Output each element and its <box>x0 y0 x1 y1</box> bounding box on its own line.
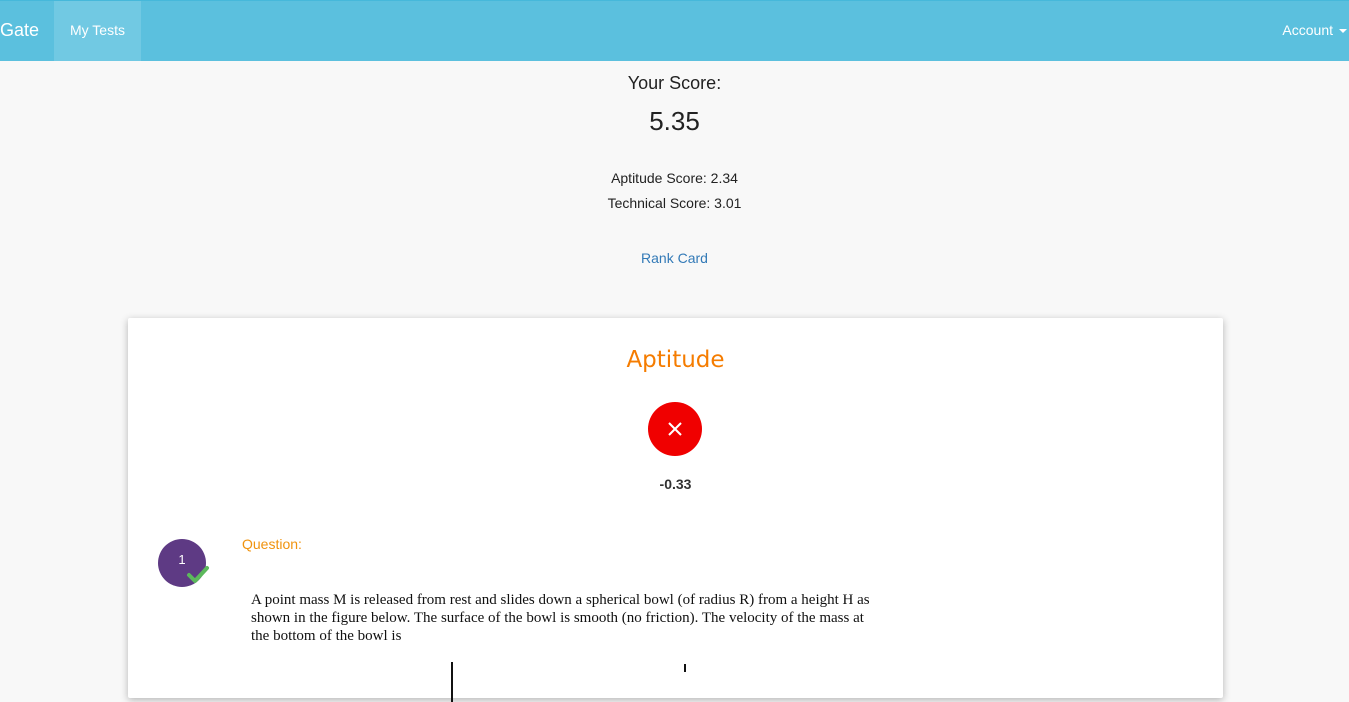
aptitude-section-card: Aptitude -0.33 1 Question: A point mass … <box>128 318 1223 702</box>
technical-score: Technical Score: 3.01 <box>607 195 742 211</box>
close-icon <box>668 422 682 436</box>
caret-down-icon <box>1339 29 1347 34</box>
rank-card-link[interactable]: Rank Card <box>0 250 1349 266</box>
account-dropdown[interactable]: Account <box>1282 1 1349 61</box>
figure-line <box>451 662 453 702</box>
question-label: Question: <box>242 536 302 552</box>
check-icon <box>187 566 209 583</box>
score-heading: Your Score: <box>627 73 722 93</box>
figure-tick <box>684 664 686 672</box>
aptitude-score: Aptitude Score: 2.34 <box>611 170 738 186</box>
section-title: Aptitude <box>626 347 725 373</box>
nav-my-tests[interactable]: My Tests <box>54 1 141 61</box>
account-label: Account <box>1282 22 1333 38</box>
top-navbar: Gate My Tests Account <box>0 0 1349 61</box>
question-marks: -0.33 <box>659 476 692 492</box>
brand-link[interactable]: Gate <box>0 1 39 61</box>
wrong-status-badge <box>648 402 702 456</box>
total-score: 5.35 <box>649 106 700 136</box>
question-text: A point mass M is released from rest and… <box>251 592 870 644</box>
